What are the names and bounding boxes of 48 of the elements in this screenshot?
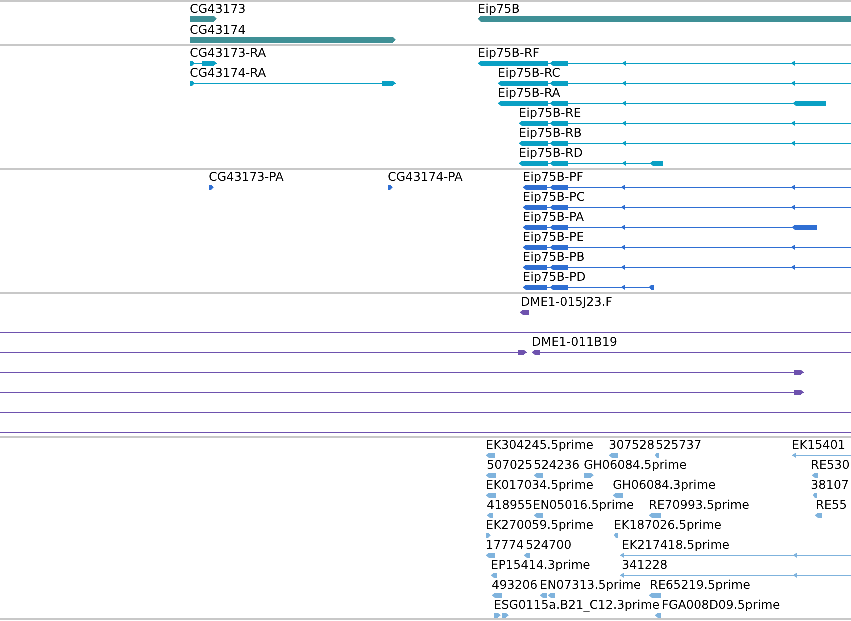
est-label: 493206 bbox=[492, 578, 538, 592]
est-label: 38107 bbox=[811, 478, 850, 492]
est-label: EK217418.5prime bbox=[622, 538, 730, 552]
gene-label: CG43173 bbox=[190, 2, 246, 16]
est-label: 341228 bbox=[622, 558, 668, 572]
clone-label: DME1-015J23.F bbox=[521, 295, 613, 309]
est-label: ESG0115a.B21_C12.3prime bbox=[494, 598, 660, 612]
protein-label: Eip75B-PD bbox=[523, 270, 586, 284]
est-label: EK15401 bbox=[792, 438, 846, 452]
protein-label: Eip75B-PA bbox=[523, 210, 584, 224]
gene-label: CG43174 bbox=[190, 22, 246, 36]
est-label: EP15414.3prime bbox=[491, 558, 590, 572]
transcript-label: Eip75B-RD bbox=[519, 146, 583, 160]
est-label: EK304245.5prime bbox=[486, 438, 594, 452]
clone-label: DME1-011B19 bbox=[532, 335, 618, 349]
est-label: RE55 bbox=[816, 498, 848, 512]
est-label: 418955 bbox=[487, 498, 533, 512]
protein-label: Eip75B-PF bbox=[523, 170, 584, 184]
est-label: RE70993.5prime bbox=[649, 498, 750, 512]
protein-label: Eip75B-PE bbox=[523, 230, 584, 244]
protein-label: Eip75B-PB bbox=[523, 250, 585, 264]
est-label: 17774 bbox=[486, 538, 524, 552]
protein-label: Eip75B-PC bbox=[523, 190, 585, 204]
transcript-label: CG43173-RA bbox=[190, 46, 266, 60]
protein-label: CG43173-PA bbox=[209, 170, 284, 184]
est-label: 307528 bbox=[609, 438, 655, 452]
est-label: GH06084.3prime bbox=[613, 478, 716, 492]
est-label: FGA008D09.5prime bbox=[662, 598, 780, 612]
est-label: EN05016.5prime bbox=[533, 498, 634, 512]
transcript-label: Eip75B-RB bbox=[519, 126, 582, 140]
est-label: 507025 bbox=[487, 458, 533, 472]
est-label: EN07313.5prime bbox=[540, 578, 642, 592]
est-label: 525737 bbox=[656, 438, 702, 452]
transcript-label: Eip75B-RF bbox=[478, 46, 540, 60]
est-label: EK187026.5prime bbox=[614, 518, 722, 532]
protein-label: CG43174-PA bbox=[388, 170, 463, 184]
est-label: EK017034.5prime bbox=[486, 478, 594, 492]
transcript-label: Eip75B-RA bbox=[498, 86, 560, 100]
transcript-label: CG43174-RA bbox=[190, 66, 266, 80]
est-label: RE65219.5prime bbox=[650, 578, 750, 592]
gene-label: Eip75B bbox=[478, 2, 520, 16]
est-label: 524236 bbox=[534, 458, 580, 472]
est-label: 524700 bbox=[526, 538, 572, 552]
transcript-label: Eip75B-RE bbox=[519, 106, 582, 120]
transcript-label: Eip75B-RC bbox=[498, 66, 560, 80]
est-label: EK270059.5prime bbox=[486, 518, 594, 532]
est-label: RE530 bbox=[811, 458, 850, 472]
est-label: GH06084.5prime bbox=[584, 458, 687, 472]
